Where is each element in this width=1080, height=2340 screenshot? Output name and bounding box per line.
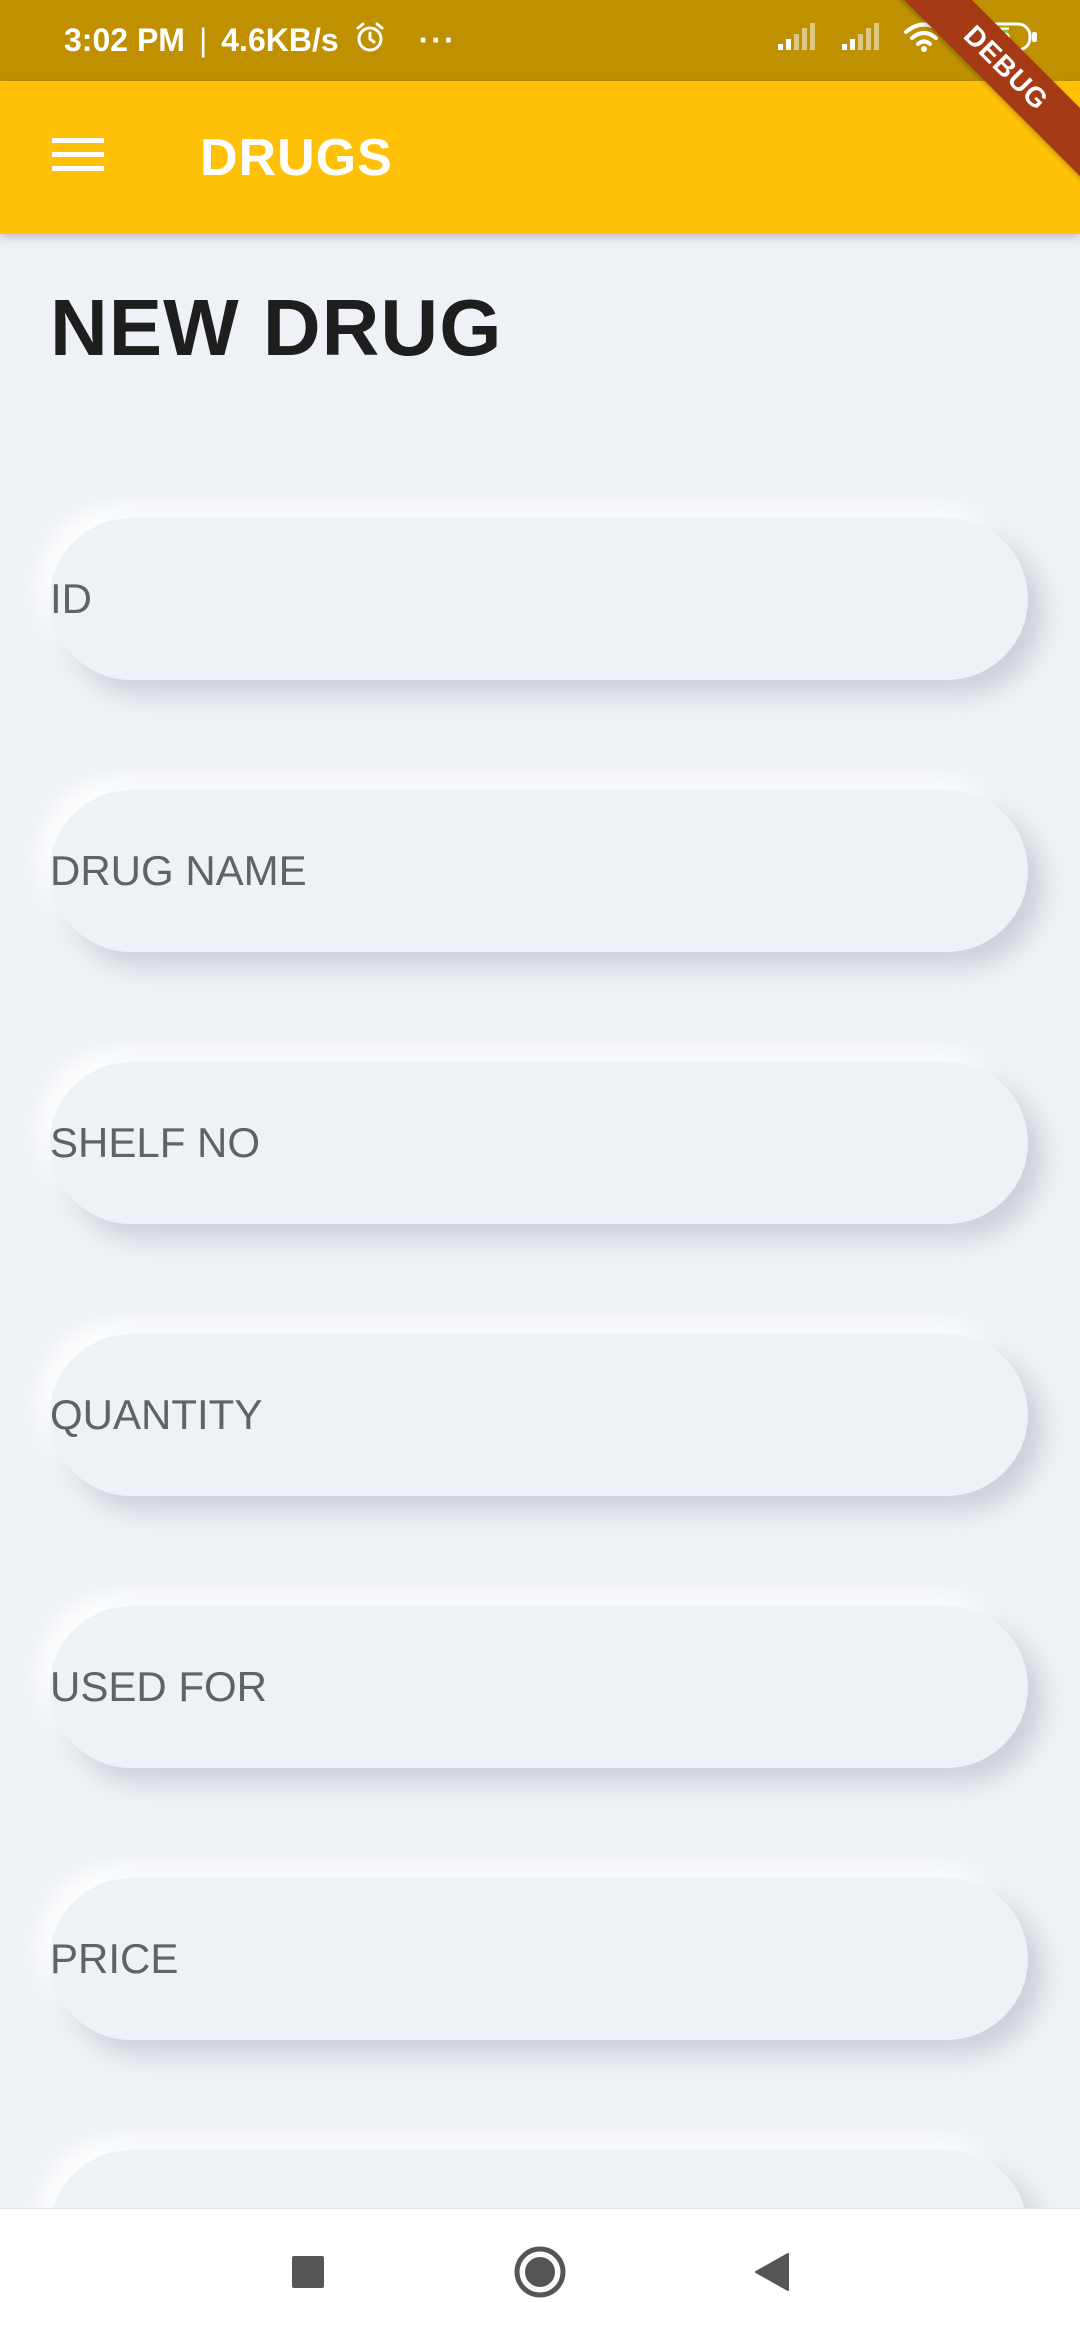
signal-icon-2 (840, 22, 882, 60)
menu-button[interactable] (52, 132, 104, 184)
status-network-speed: 4.6KB/s (221, 22, 339, 58)
more-notifications-icon: ··· (418, 22, 457, 58)
screen: 3:02 PM | 4.6KB/s ··· 65 DRUGS DEBUG NEW… (0, 0, 1080, 2340)
status-bar: 3:02 PM | 4.6KB/s ··· 65 (0, 0, 1080, 81)
system-nav-bar (0, 2208, 1080, 2340)
status-right: 65 (776, 21, 1040, 61)
shelf-no-field-container (50, 1062, 1028, 1224)
drug-name-field-container (50, 790, 1028, 952)
home-button[interactable] (508, 2243, 572, 2307)
triangle-back-icon (754, 2252, 790, 2297)
quantity-field-container (50, 1334, 1028, 1496)
id-field[interactable] (50, 518, 1028, 680)
status-separator: | (198, 22, 208, 58)
battery-level: 65 (986, 22, 1011, 48)
signal-icon (776, 22, 818, 60)
id-field-container (50, 518, 1028, 680)
circle-icon (513, 2245, 567, 2304)
shelf-no-field[interactable] (50, 1062, 1028, 1224)
page-title: NEW DRUG (50, 283, 503, 372)
price-field-container (50, 1878, 1028, 2040)
quantity-field[interactable] (50, 1334, 1028, 1496)
hamburger-menu-icon (52, 136, 104, 179)
used-for-field[interactable] (50, 1606, 1028, 1768)
recents-button[interactable] (276, 2243, 340, 2307)
drug-name-field[interactable] (50, 790, 1028, 952)
back-button[interactable] (740, 2243, 804, 2307)
square-icon (291, 2255, 325, 2294)
status-left: 3:02 PM | 4.6KB/s ··· (64, 20, 457, 62)
alarm-icon (353, 20, 387, 62)
app-bar: DRUGS (0, 81, 1080, 234)
battery-icon: 65 (966, 21, 1040, 61)
app-title: DRUGS (200, 128, 393, 187)
wifi-icon (904, 21, 944, 61)
used-for-field-container (50, 1606, 1028, 1768)
status-time: 3:02 PM (64, 22, 185, 58)
price-field[interactable] (50, 1878, 1028, 2040)
